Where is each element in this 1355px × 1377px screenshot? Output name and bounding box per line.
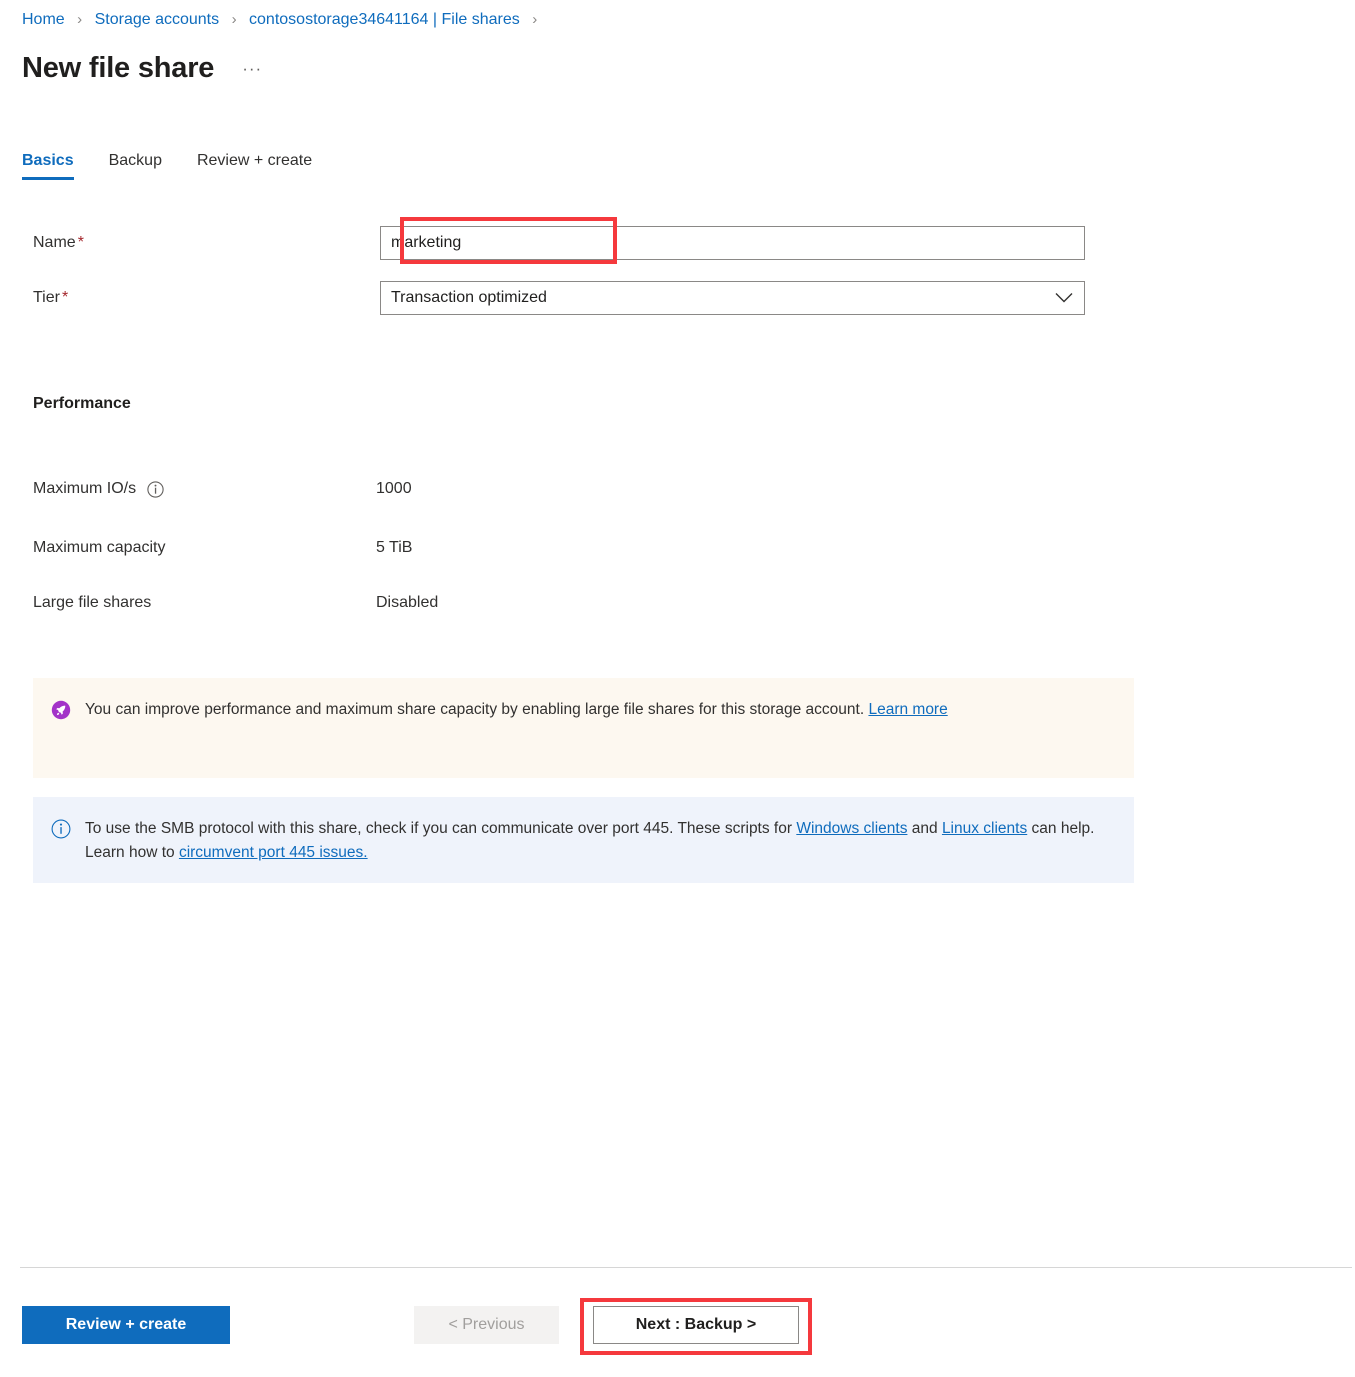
tier-selected-value: Transaction optimized	[391, 289, 547, 307]
max-capacity-value: 5 TiB	[376, 539, 412, 557]
tier-label-text: Tier	[33, 289, 60, 306]
smb-protocol-banner: To use the SMB protocol with this share,…	[33, 797, 1134, 883]
performance-heading: Performance	[33, 395, 131, 413]
next-backup-button[interactable]: Next : Backup >	[593, 1306, 799, 1344]
breadcrumb: Home › Storage accounts › contosostorage…	[22, 10, 545, 30]
rocket-icon	[51, 698, 73, 758]
tab-basics[interactable]: Basics	[22, 152, 74, 180]
performance-row-max-ios: Maximum IO/s 1000	[0, 480, 1355, 498]
tier-field-row: Tier* Transaction optimized	[0, 281, 1355, 315]
page-title: New file share	[22, 50, 214, 86]
page-header: New file share ···	[22, 50, 262, 86]
breadcrumb-item-home[interactable]: Home	[22, 11, 65, 28]
windows-clients-link[interactable]: Windows clients	[796, 820, 907, 837]
max-capacity-label: Maximum capacity	[0, 539, 376, 557]
breadcrumb-separator: ›	[232, 11, 237, 28]
smb-banner-text: To use the SMB protocol with this share,…	[85, 817, 1116, 863]
tab-backup[interactable]: Backup	[109, 152, 162, 180]
name-label: Name*	[0, 234, 380, 252]
previous-button[interactable]: < Previous	[414, 1306, 559, 1344]
large-file-shares-label-text: Large file shares	[33, 594, 151, 612]
circumvent-port-445-link[interactable]: circumvent port 445 issues.	[179, 844, 368, 861]
tier-select-wrapper: Transaction optimized	[380, 281, 1085, 315]
breadcrumb-item-file-shares[interactable]: contosostorage34641164 | File shares	[249, 11, 520, 28]
name-field-row: Name*	[0, 226, 1355, 260]
max-ios-label: Maximum IO/s	[0, 480, 376, 498]
more-options-icon[interactable]: ···	[242, 59, 262, 79]
max-ios-value: 1000	[376, 480, 412, 498]
performance-row-max-capacity: Maximum capacity 5 TiB	[0, 539, 1355, 557]
name-label-text: Name	[33, 234, 76, 251]
tier-label: Tier*	[0, 289, 380, 307]
large-file-shares-label: Large file shares	[0, 594, 376, 612]
required-marker: *	[62, 289, 68, 306]
max-ios-label-text: Maximum IO/s	[33, 480, 136, 498]
large-file-shares-value: Disabled	[376, 594, 438, 612]
footer-divider	[20, 1267, 1352, 1268]
tier-select[interactable]: Transaction optimized	[380, 281, 1085, 315]
large-file-shares-banner-text: You can improve performance and maximum …	[85, 698, 948, 758]
required-marker: *	[78, 234, 84, 251]
review-create-button[interactable]: Review + create	[22, 1306, 230, 1344]
smb-text-part2: and	[907, 820, 941, 837]
banner-message: You can improve performance and maximum …	[85, 701, 868, 718]
max-capacity-label-text: Maximum capacity	[33, 539, 165, 557]
breadcrumb-item-storage-accounts[interactable]: Storage accounts	[95, 11, 220, 28]
performance-row-large-file-shares: Large file shares Disabled	[0, 594, 1355, 612]
learn-more-link[interactable]: Learn more	[868, 701, 947, 718]
info-icon	[51, 817, 73, 863]
name-input[interactable]	[380, 226, 1085, 260]
large-file-shares-banner: You can improve performance and maximum …	[33, 678, 1134, 778]
wizard-tabs: Basics Backup Review + create	[22, 152, 347, 180]
breadcrumb-separator: ›	[532, 11, 537, 28]
tab-review-create[interactable]: Review + create	[197, 152, 312, 180]
breadcrumb-separator: ›	[77, 11, 82, 28]
smb-text-part1: To use the SMB protocol with this share,…	[85, 820, 796, 837]
linux-clients-link[interactable]: Linux clients	[942, 820, 1027, 837]
info-icon[interactable]	[147, 481, 164, 498]
